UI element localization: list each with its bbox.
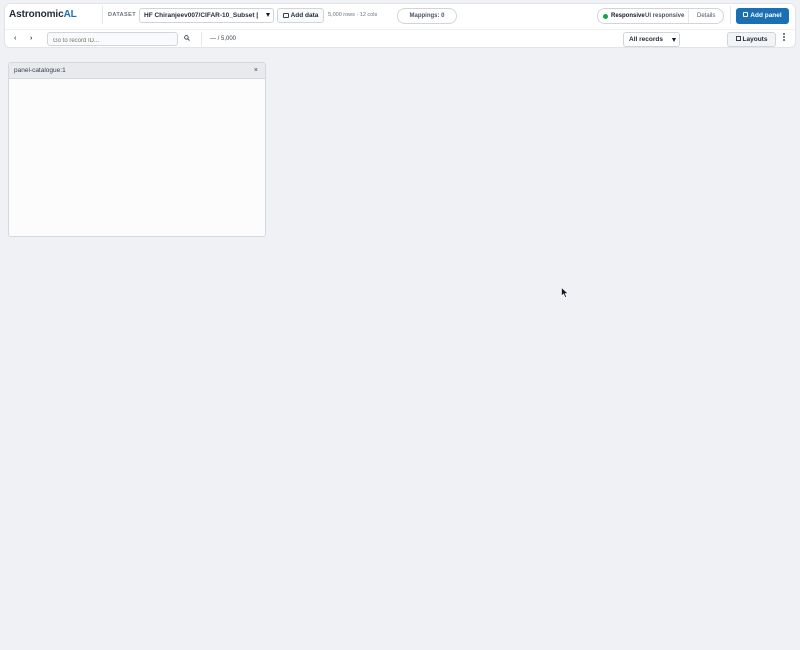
status-label: Responsive	[611, 13, 645, 19]
record-filter-select[interactable]: All records	[623, 32, 680, 47]
layout-icon	[735, 36, 741, 41]
close-icon[interactable]: ×	[254, 67, 258, 74]
record-counter: — / 5,000	[210, 36, 237, 42]
app-logo[interactable]: AstronomicAL	[9, 9, 77, 20]
mappings-label: Mappings: 0	[409, 13, 445, 19]
mappings-button[interactable]: Mappings: 0	[397, 8, 457, 24]
divider	[201, 32, 202, 46]
add-data-label: Add data	[290, 12, 319, 19]
details-button[interactable]: Details	[697, 13, 715, 19]
mouse-cursor-icon	[561, 287, 569, 298]
status-dot-icon	[603, 14, 608, 19]
layouts-label: Layouts	[742, 36, 768, 43]
divider	[688, 9, 689, 23]
add-data-button[interactable]: Add data	[277, 8, 324, 23]
panel-title: panel-catalogue:1	[14, 67, 66, 74]
plus-square-icon	[743, 11, 749, 17]
navigation-row: ‹ › — / 5,000 All records Layouts	[5, 29, 795, 49]
status-indicator: Responsive UI responsive Details	[597, 8, 724, 24]
status-sub-label: UI responsive	[645, 13, 685, 19]
more-options-icon[interactable]	[783, 33, 787, 42]
chevron-down-icon	[672, 38, 676, 42]
header-row: AstronomicAL DATASET HF Chiranjeev007/CI…	[5, 4, 795, 28]
panel-header[interactable]: panel-catalogue:1 ×	[9, 63, 265, 79]
add-panel-button[interactable]: Add panel	[736, 8, 789, 24]
dataset-select-value: HF Chiranjeev007/CIFAR-10_Subset [...	[144, 12, 258, 19]
record-filter-value: All records	[629, 36, 663, 43]
divider	[730, 6, 731, 24]
layouts-button[interactable]: Layouts	[727, 32, 776, 47]
database-icon	[282, 12, 289, 18]
app-title-part1: Astronomic	[9, 9, 64, 20]
record-id-input[interactable]	[47, 32, 178, 46]
top-toolbar: AstronomicAL DATASET HF Chiranjeev007/CI…	[4, 3, 796, 48]
dataset-label: DATASET	[108, 12, 136, 18]
app-title-part2: AL	[63, 9, 77, 20]
chevron-right-icon[interactable]: ›	[30, 35, 32, 42]
rows-info: 5,000 rows · 12 cols	[328, 12, 378, 18]
catalogue-panel: panel-catalogue:1 ×	[8, 62, 266, 237]
chevron-down-icon	[266, 13, 270, 17]
add-panel-label: Add panel	[750, 11, 782, 19]
divider	[102, 6, 103, 24]
search-icon[interactable]	[184, 35, 190, 41]
dataset-select[interactable]: HF Chiranjeev007/CIFAR-10_Subset [...	[139, 8, 274, 23]
chevron-left-icon[interactable]: ‹	[14, 35, 16, 42]
